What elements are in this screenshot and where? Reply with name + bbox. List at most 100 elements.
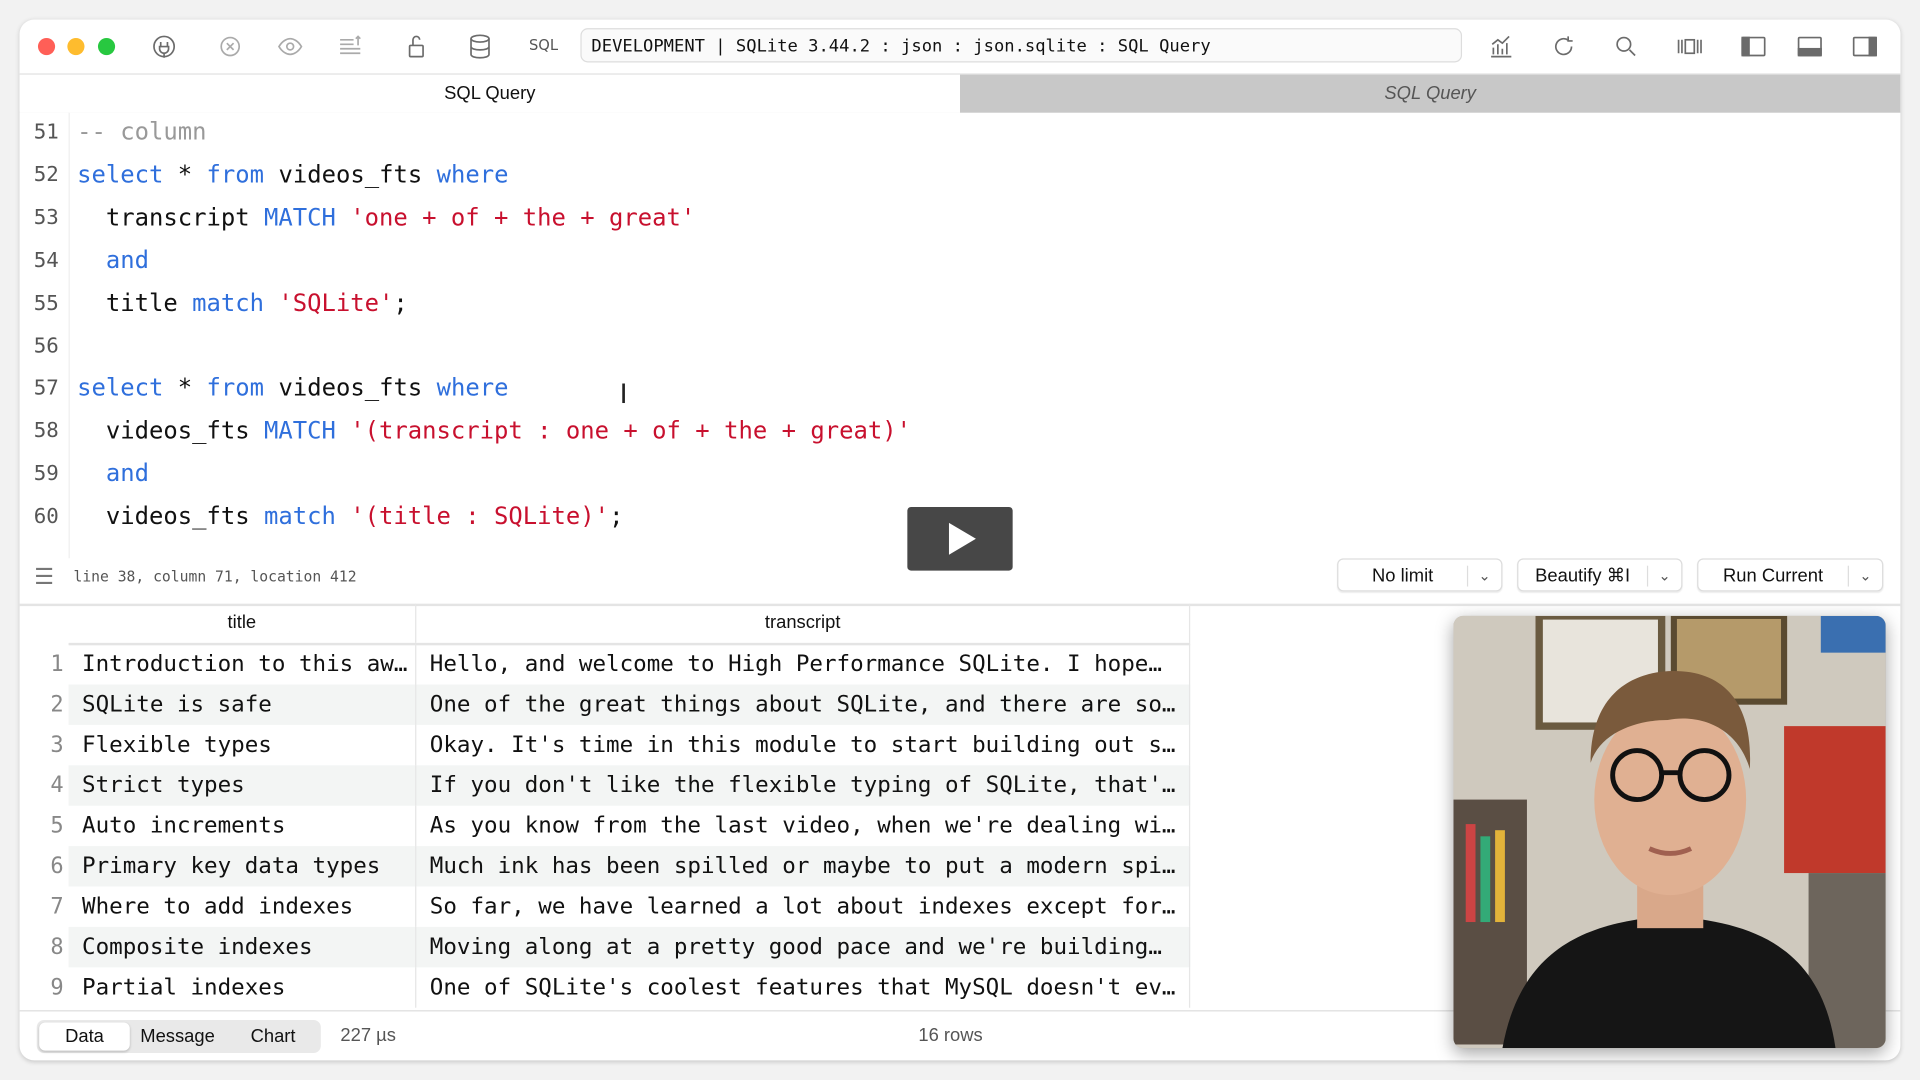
row-count: 16 rows: [918, 1024, 983, 1046]
cell-title[interactable]: Auto increments: [69, 805, 417, 847]
toolbar: SQL DEVELOPMENT | SQLite 3.44.2 : json :…: [19, 19, 1901, 74]
sql-string: '(transcript : one + of + the + great)': [350, 416, 911, 445]
cell-title[interactable]: Composite indexes: [69, 926, 417, 968]
code-line[interactable]: and: [77, 246, 149, 274]
tab-message[interactable]: Message: [135, 1022, 221, 1050]
sql-keyword: MATCH: [264, 416, 336, 445]
line-number: 56: [33, 333, 59, 359]
chevron-down-icon[interactable]: ⌄: [1646, 565, 1681, 587]
code-line[interactable]: title match 'SQLite';: [77, 288, 408, 316]
line-number: 53: [33, 205, 59, 230]
chevron-down-icon[interactable]: ⌄: [1466, 565, 1501, 587]
results-header: title transcript: [68, 603, 1191, 646]
sql-mode-label[interactable]: SQL: [529, 37, 558, 54]
tab-chart[interactable]: Chart: [233, 1022, 314, 1050]
cell-transcript[interactable]: One of SQLite's coolest features that My…: [416, 967, 1191, 1008]
tab-sql-query[interactable]: SQL Query: [960, 74, 1901, 113]
code-line[interactable]: -- column: [77, 118, 206, 146]
result-view-switcher: Data Message Chart: [36, 1020, 321, 1054]
line-number: 60: [33, 504, 59, 530]
cell-transcript[interactable]: As you know from the last video, when we…: [416, 805, 1191, 847]
code-line[interactable]: select * from videos_fts where: [77, 374, 508, 402]
stop-icon[interactable]: [216, 32, 245, 61]
sql-keyword: select: [77, 373, 164, 403]
sql-token: videos_fts: [264, 160, 437, 189]
sliders-icon[interactable]: ☰: [34, 564, 54, 590]
chart-icon[interactable]: [1487, 32, 1516, 61]
row-number: 3: [50, 732, 64, 758]
cell-title[interactable]: Partial indexes: [69, 967, 417, 1008]
sql-keyword: where: [436, 160, 509, 189]
cell-title[interactable]: Primary key data types: [69, 846, 417, 887]
line-number: 51: [33, 120, 59, 145]
run-current-button[interactable]: Run Current ⌄: [1697, 558, 1884, 592]
line-number: 58: [33, 419, 59, 444]
tab-data[interactable]: Data: [39, 1022, 130, 1051]
code-line[interactable]: select * from videos_fts where: [77, 160, 508, 188]
cursor-location: line 38, column 71, location 412: [73, 568, 357, 586]
sql-token: videos_fts: [77, 502, 265, 531]
code-line[interactable]: transcript MATCH 'one + of + the + great…: [77, 203, 695, 231]
beautify-label: Beautify ⌘I: [1535, 565, 1631, 587]
cell-transcript[interactable]: Okay. It's time in this module to start …: [416, 724, 1191, 766]
sql-editor[interactable]: 51 -- column 52 select * from videos_fts wh…: [20, 112, 1901, 559]
database-icon[interactable]: [465, 32, 494, 61]
sql-string: 'one + of + the + great': [350, 203, 696, 232]
connection-path-bar[interactable]: DEVELOPMENT | SQLite 3.44.2 : json : jso…: [580, 28, 1463, 63]
elapsed-time: 227 µs: [340, 1024, 396, 1046]
cell-transcript[interactable]: One of the great things about SQLite, an…: [416, 684, 1191, 725]
text-cursor-ibeam-icon: I: [619, 379, 628, 411]
row-number: 7: [50, 893, 64, 920]
code-line[interactable]: videos_fts match '(title : SQLite)';: [77, 502, 624, 531]
row-number: 5: [50, 813, 64, 839]
sql-keyword: match: [192, 288, 265, 317]
presenter-video-overlay[interactable]: [1453, 615, 1886, 1049]
presenter-video-frame: [1453, 615, 1886, 1049]
zoom-window-button[interactable]: [97, 37, 116, 56]
cell-title[interactable]: Introduction to this aw…: [69, 644, 417, 685]
sql-keyword: and: [105, 245, 150, 274]
cell-title[interactable]: Flexible types: [69, 724, 417, 766]
run-label: Run Current: [1723, 565, 1824, 587]
connection-plug-icon[interactable]: [149, 32, 178, 61]
limit-dropdown[interactable]: No limit ⌄: [1337, 558, 1503, 592]
preview-eye-icon[interactable]: [276, 32, 305, 61]
row-number: 2: [50, 691, 64, 718]
search-icon[interactable]: [1611, 32, 1640, 61]
sql-keyword: select: [77, 160, 164, 189]
close-window-button[interactable]: [37, 37, 56, 56]
cell-title[interactable]: Where to add indexes: [69, 886, 417, 927]
minimize-window-button[interactable]: [67, 37, 85, 56]
left-panel-icon[interactable]: [1739, 32, 1768, 61]
sql-keyword: match: [264, 502, 336, 531]
cell-title[interactable]: Strict types: [69, 765, 417, 806]
code-line[interactable]: videos_fts MATCH '(transcript : one + of…: [77, 417, 911, 445]
lock-icon[interactable]: [402, 32, 431, 61]
refresh-icon[interactable]: [1549, 32, 1578, 61]
column-header-transcript[interactable]: transcript: [416, 603, 1191, 643]
chevron-down-icon[interactable]: ⌄: [1847, 565, 1882, 587]
columns-icon[interactable]: [1675, 32, 1704, 61]
cell-transcript[interactable]: Hello, and welcome to High Performance S…: [416, 644, 1191, 685]
sql-comment: -- column: [77, 117, 207, 146]
cell-transcript[interactable]: Much ink has been spilled or maybe to pu…: [416, 846, 1191, 887]
beautify-button[interactable]: Beautify ⌘I ⌄: [1517, 558, 1683, 592]
bottom-panel-icon[interactable]: [1795, 32, 1824, 61]
cell-transcript[interactable]: Moving along at a pretty good pace and w…: [416, 926, 1191, 968]
row-number: 6: [50, 853, 64, 880]
right-panel-icon[interactable]: [1850, 32, 1879, 61]
sql-token: transcript: [77, 203, 265, 232]
query-tabs: SQL Query SQL Query: [19, 73, 1901, 113]
sql-string: '(title : SQLite)': [350, 502, 610, 531]
line-number: 54: [33, 248, 59, 273]
cell-title[interactable]: SQLite is safe: [69, 684, 417, 725]
tab-sql-query-active[interactable]: SQL Query: [19, 74, 961, 113]
column-header-title[interactable]: title: [69, 603, 417, 643]
code-line[interactable]: and: [77, 459, 149, 487]
sql-token: videos_fts: [264, 373, 437, 403]
cell-transcript[interactable]: If you don't like the flexible typing of…: [416, 765, 1191, 806]
export-lines-icon[interactable]: [336, 32, 365, 61]
cell-transcript[interactable]: So far, we have learned a lot about inde…: [416, 886, 1191, 927]
